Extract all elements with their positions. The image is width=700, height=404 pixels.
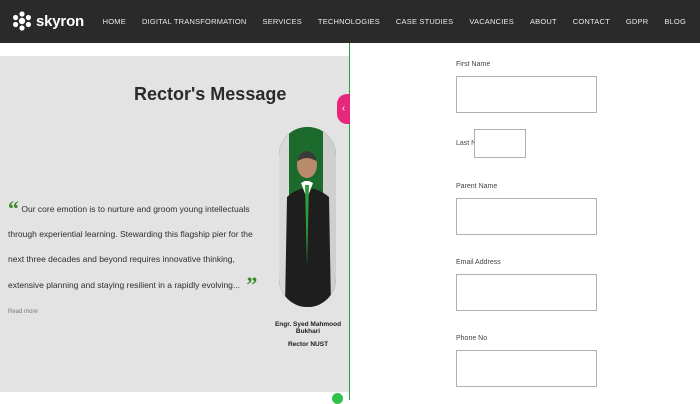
nav-blog[interactable]: BLOG xyxy=(664,17,686,26)
slider-toggle-button[interactable]: ‹ xyxy=(337,94,350,124)
nav-vacancies[interactable]: VACANCIES xyxy=(469,17,514,26)
brand-name: skyron xyxy=(36,12,84,30)
parent-name-field[interactable] xyxy=(456,198,597,235)
nav-home[interactable]: HOME xyxy=(103,17,126,26)
email-field[interactable] xyxy=(456,274,597,311)
parent-name-label: Parent Name xyxy=(456,183,498,190)
phone-field[interactable] xyxy=(456,350,597,387)
read-more-link[interactable]: Read more xyxy=(8,309,38,315)
email-label: Email Address xyxy=(456,259,501,266)
last-name-field[interactable] xyxy=(474,129,526,158)
top-navbar: skyron HOME DIGITAL TRANSFORMATION SERVI… xyxy=(0,0,700,43)
nav-gdpr[interactable]: GDPR xyxy=(626,17,648,26)
rector-role: Rector NUST xyxy=(287,341,329,348)
rector-quote-text: Our core emotion is to nurture and groom… xyxy=(8,204,253,290)
first-name-field[interactable] xyxy=(456,76,597,113)
rector-name: Engr. Syed Mahmood Bukhari xyxy=(274,321,342,335)
logo-icon xyxy=(13,11,31,31)
close-quote-icon: ” xyxy=(246,272,258,297)
rector-message-panel: Rector's Message “ Our core emotion is t… xyxy=(0,56,349,392)
nav-contact[interactable]: CONTACT xyxy=(573,17,610,26)
rector-photo xyxy=(279,127,336,307)
rector-title: Rector's Message xyxy=(134,84,287,104)
chat-widget-dot[interactable] xyxy=(332,393,343,404)
rector-portrait-image xyxy=(279,127,336,307)
nav-technologies[interactable]: TECHNOLOGIES xyxy=(318,17,380,26)
rector-quote: “ Our core emotion is to nurture and gro… xyxy=(8,196,270,325)
chevron-left-icon: ‹ xyxy=(341,103,346,114)
open-quote-icon: “ xyxy=(8,196,19,221)
phone-label: Phone No xyxy=(456,335,488,342)
nav-digital-transformation[interactable]: DIGITAL TRANSFORMATION xyxy=(142,17,247,26)
main-nav: HOME DIGITAL TRANSFORMATION SERVICES TEC… xyxy=(87,0,686,43)
first-name-label: First Name xyxy=(456,61,491,68)
brand-logo[interactable]: skyron xyxy=(12,10,84,32)
nav-case-studies[interactable]: CASE STUDIES xyxy=(396,17,453,26)
nav-about[interactable]: ABOUT xyxy=(530,17,557,26)
nav-services[interactable]: SERVICES xyxy=(263,17,302,26)
